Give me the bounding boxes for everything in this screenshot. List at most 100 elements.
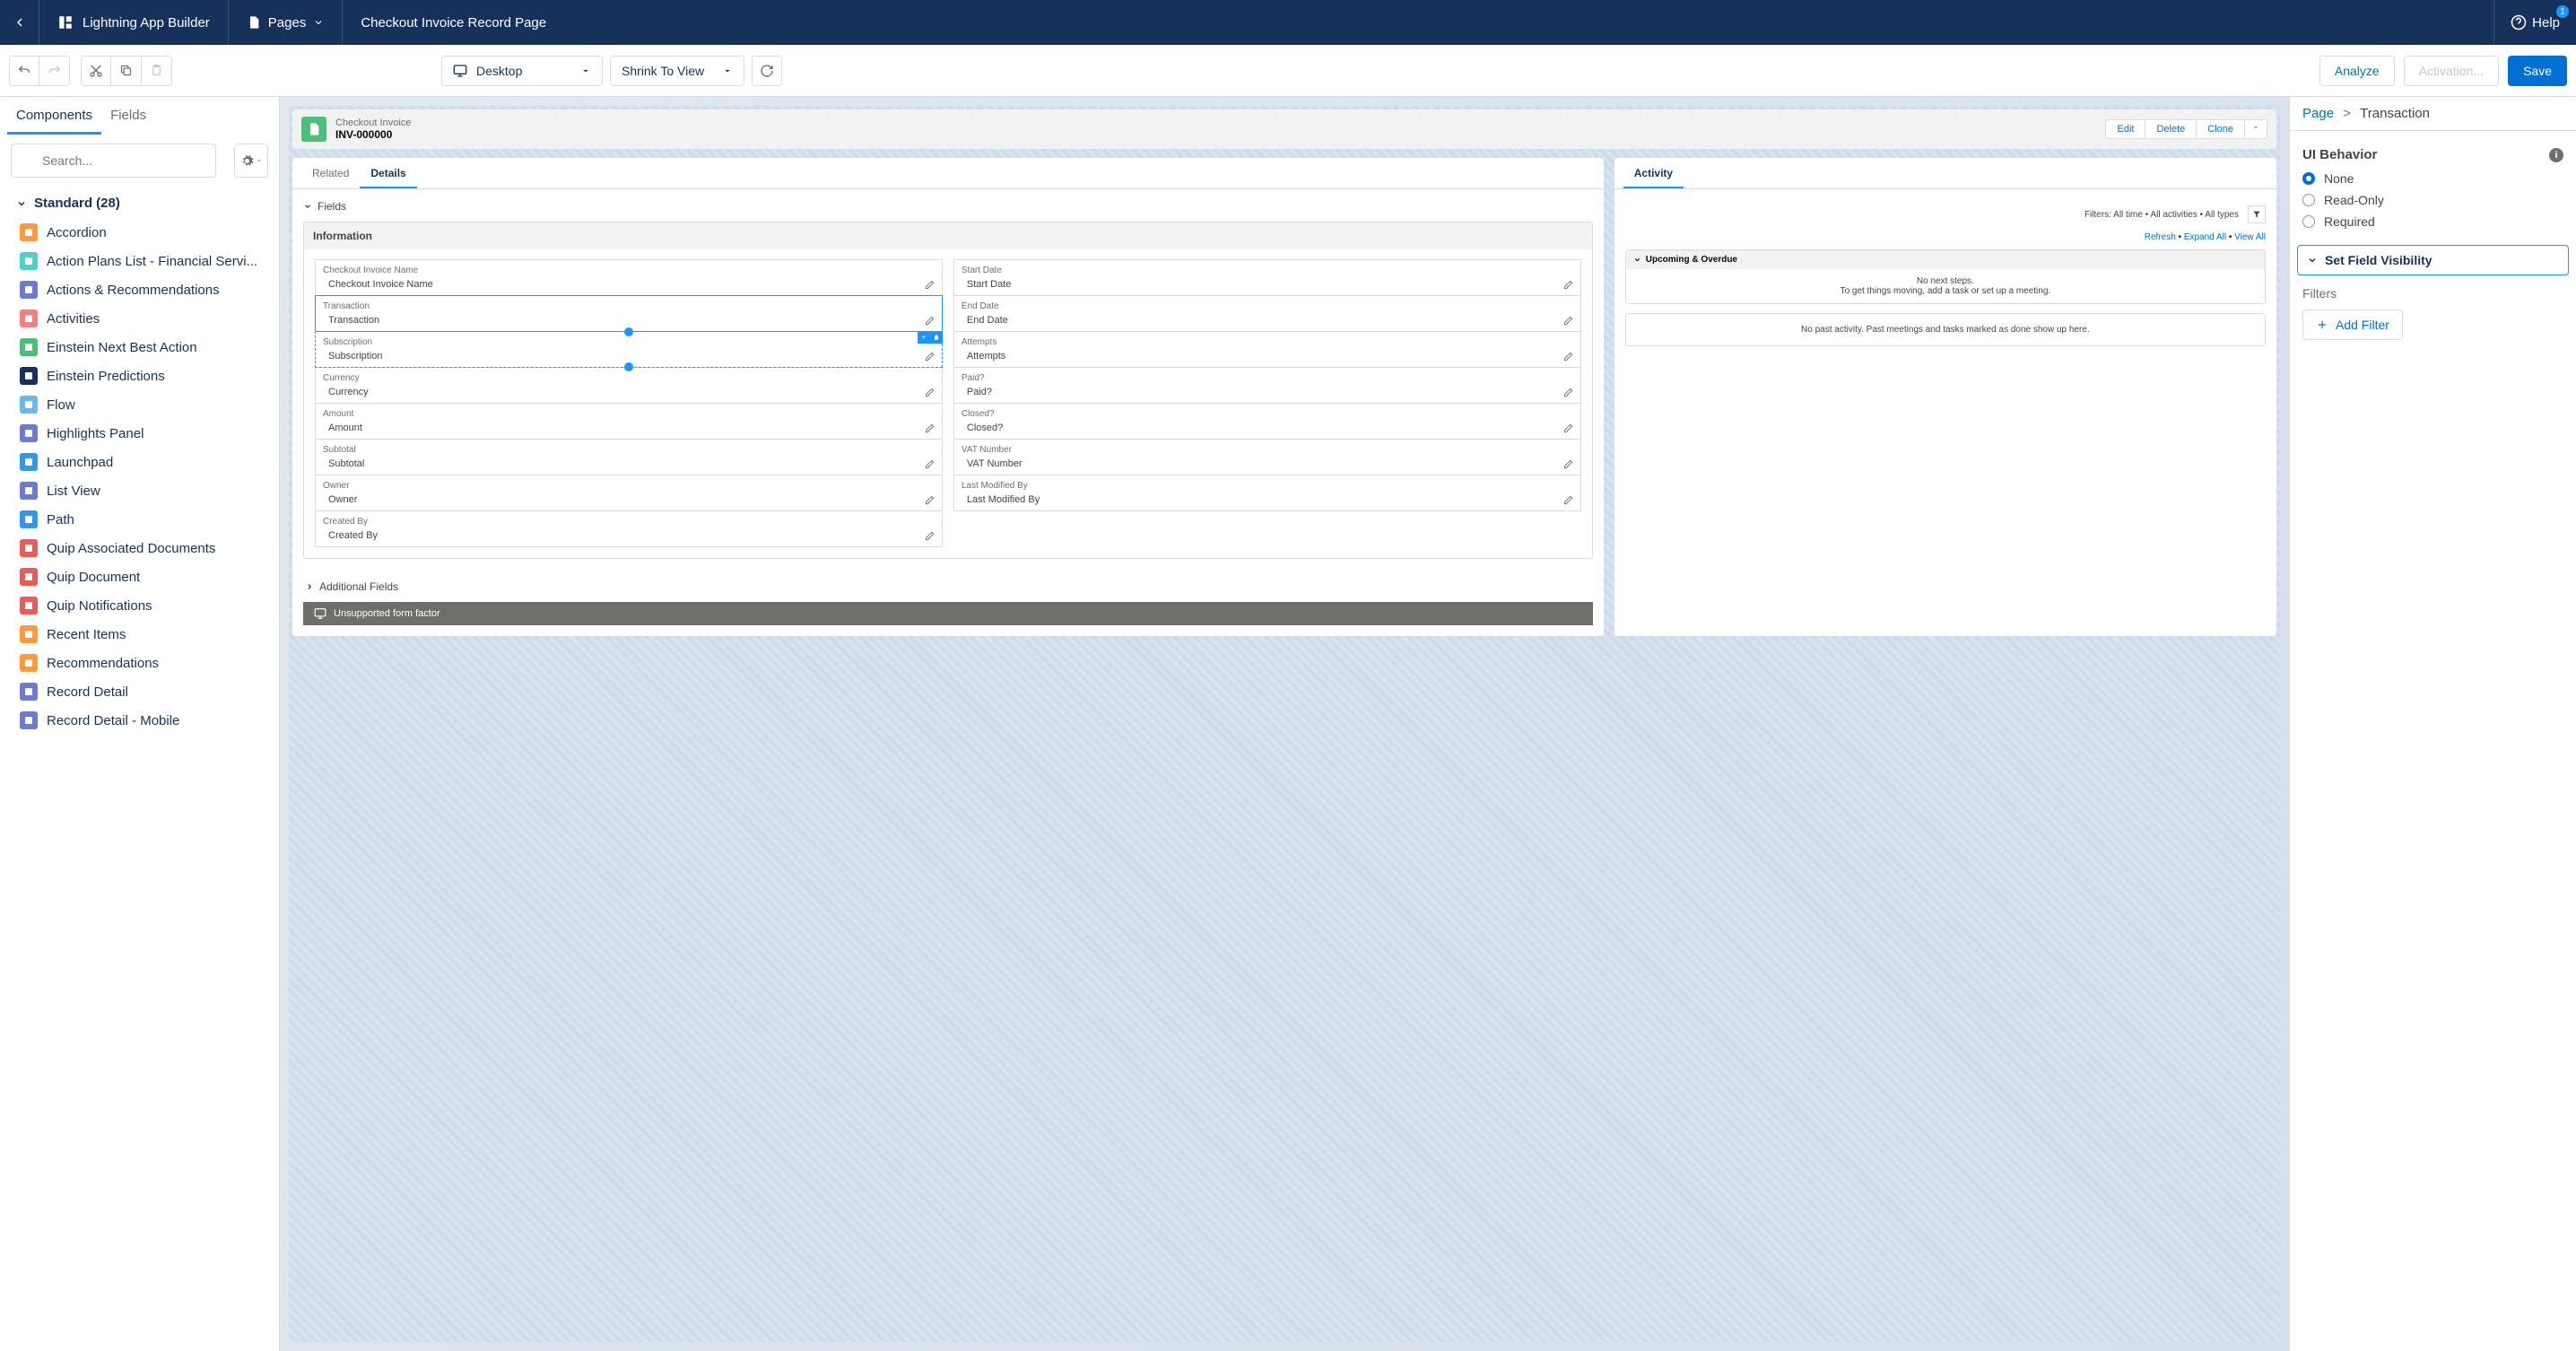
- field-cell[interactable]: End DateEnd Date: [953, 295, 1581, 332]
- help-button[interactable]: Help 1: [2493, 0, 2576, 45]
- field-cell[interactable]: OwnerOwner: [315, 475, 943, 511]
- edit-pencil-icon[interactable]: [1563, 316, 1573, 326]
- info-icon[interactable]: i: [2549, 148, 2563, 162]
- component-item[interactable]: Quip Associated Documents: [0, 534, 279, 562]
- component-item[interactable]: Accordion: [0, 218, 279, 247]
- additional-fields-header[interactable]: Additional Fields: [292, 570, 1604, 602]
- edit-pencil-icon[interactable]: [925, 316, 935, 326]
- paste-button[interactable]: [142, 56, 172, 86]
- visibility-header[interactable]: Set Field Visibility: [2297, 245, 2569, 275]
- zoom-selector[interactable]: Shrink To View: [610, 56, 744, 86]
- expand-all-link[interactable]: Expand All: [2184, 232, 2226, 242]
- canvas-side-column[interactable]: Activity Filters: All time • All activit…: [1614, 158, 2276, 636]
- field-cell[interactable]: SubscriptionSubscription+: [315, 331, 943, 368]
- field-label: Amount: [323, 409, 935, 419]
- undo-button[interactable]: [9, 56, 39, 86]
- component-item[interactable]: Quip Notifications: [0, 591, 279, 620]
- standard-section-header[interactable]: Standard (28): [0, 187, 279, 218]
- search-input[interactable]: [11, 144, 216, 178]
- filter-icon: [2252, 210, 2261, 219]
- field-cell[interactable]: Start DateStart Date: [953, 259, 1581, 296]
- component-item[interactable]: Activities: [0, 304, 279, 333]
- add-field-button[interactable]: +: [918, 331, 930, 344]
- add-filter-button[interactable]: Add Filter: [2302, 309, 2403, 340]
- save-button[interactable]: Save: [2508, 56, 2567, 86]
- chevron-down-icon: [16, 198, 27, 209]
- field-cell[interactable]: Created ByCreated By: [315, 510, 943, 547]
- back-button[interactable]: [0, 0, 39, 45]
- edit-pencil-icon[interactable]: [925, 352, 935, 362]
- filter-button[interactable]: [2248, 205, 2266, 223]
- pages-dropdown[interactable]: Pages: [229, 0, 344, 45]
- edit-pencil-icon[interactable]: [1563, 423, 1573, 433]
- field-cell[interactable]: VAT NumberVAT Number: [953, 439, 1581, 475]
- redo-button[interactable]: [39, 56, 70, 86]
- edit-pencil-icon[interactable]: [1563, 388, 1573, 397]
- view-all-link[interactable]: View All: [2234, 232, 2266, 242]
- edit-pencil-icon[interactable]: [1563, 495, 1573, 505]
- record-header[interactable]: Checkout Invoice INV-000000 Edit Delete …: [292, 109, 2276, 149]
- component-item[interactable]: Path: [0, 505, 279, 534]
- component-item[interactable]: Einstein Predictions: [0, 362, 279, 390]
- field-cell[interactable]: Closed?Closed?: [953, 403, 1581, 440]
- field-cell[interactable]: SubtotalSubtotal: [315, 439, 943, 475]
- refresh-link[interactable]: Refresh: [2145, 232, 2176, 242]
- tab-components[interactable]: Components: [7, 97, 101, 135]
- field-cell[interactable]: AttemptsAttempts: [953, 331, 1581, 368]
- no-past-activity: No past activity. Past meetings and task…: [1625, 313, 2266, 346]
- component-item[interactable]: Action Plans List - Financial Servi...: [0, 247, 279, 275]
- component-item[interactable]: Highlights Panel: [0, 419, 279, 448]
- radio-required[interactable]: Required: [2297, 211, 2569, 232]
- component-item[interactable]: Record Detail - Mobile: [0, 706, 279, 735]
- field-cell[interactable]: CurrencyCurrency: [315, 367, 943, 404]
- tab-fields[interactable]: Fields: [101, 97, 155, 135]
- edit-pencil-icon[interactable]: [925, 495, 935, 505]
- refresh-button[interactable]: [752, 56, 782, 86]
- canvas[interactable]: Checkout Invoice INV-000000 Edit Delete …: [280, 97, 2289, 1351]
- component-icon: [20, 683, 38, 701]
- delete-button[interactable]: Delete: [2145, 119, 2197, 139]
- field-label: Subtotal: [323, 445, 935, 455]
- edit-pencil-icon[interactable]: [1563, 459, 1573, 469]
- component-item[interactable]: List View: [0, 476, 279, 505]
- component-item[interactable]: Actions & Recommendations: [0, 275, 279, 304]
- field-cell[interactable]: Last Modified ByLast Modified By: [953, 475, 1581, 511]
- field-cell[interactable]: TransactionTransaction: [315, 295, 943, 332]
- field-cell[interactable]: Paid?Paid?: [953, 367, 1581, 404]
- field-cell[interactable]: AmountAmount: [315, 403, 943, 440]
- analyze-button[interactable]: Analyze: [2319, 56, 2395, 86]
- fields-section-header[interactable]: Fields: [303, 200, 1593, 222]
- settings-button[interactable]: [234, 144, 268, 178]
- component-item[interactable]: Record Detail: [0, 677, 279, 706]
- edit-pencil-icon[interactable]: [925, 459, 935, 469]
- radio-none[interactable]: None: [2297, 168, 2569, 189]
- field-cell[interactable]: Checkout Invoice NameCheckout Invoice Na…: [315, 259, 943, 296]
- edit-pencil-icon[interactable]: [925, 280, 935, 290]
- component-item[interactable]: Flow: [0, 390, 279, 419]
- more-actions-button[interactable]: [2245, 119, 2267, 139]
- breadcrumb-page-link[interactable]: Page: [2302, 106, 2334, 121]
- edit-pencil-icon[interactable]: [925, 531, 935, 541]
- cut-button[interactable]: [81, 56, 111, 86]
- radio-readonly[interactable]: Read-Only: [2297, 189, 2569, 211]
- component-item[interactable]: Quip Document: [0, 562, 279, 591]
- component-item[interactable]: Launchpad: [0, 448, 279, 476]
- component-item[interactable]: Recent Items: [0, 620, 279, 649]
- component-item[interactable]: Recommendations: [0, 649, 279, 677]
- edit-pencil-icon[interactable]: [1563, 280, 1573, 290]
- upcoming-header[interactable]: Upcoming & Overdue: [1626, 250, 2265, 269]
- device-selector[interactable]: Desktop: [441, 56, 603, 86]
- edit-pencil-icon[interactable]: [1563, 352, 1573, 362]
- edit-pencil-icon[interactable]: [925, 388, 935, 397]
- edit-pencil-icon[interactable]: [925, 423, 935, 433]
- activation-button[interactable]: Activation...: [2404, 56, 2499, 86]
- copy-button[interactable]: [111, 56, 142, 86]
- edit-button[interactable]: Edit: [2105, 119, 2145, 139]
- tab-details[interactable]: Details: [360, 158, 416, 188]
- tab-related[interactable]: Related: [301, 158, 360, 188]
- canvas-main-column[interactable]: Related Details Fields Information Check…: [292, 158, 1604, 636]
- component-item[interactable]: Einstein Next Best Action: [0, 333, 279, 362]
- clone-button[interactable]: Clone: [2197, 119, 2245, 139]
- delete-field-button[interactable]: [930, 331, 943, 344]
- tab-activity[interactable]: Activity: [1623, 158, 1684, 188]
